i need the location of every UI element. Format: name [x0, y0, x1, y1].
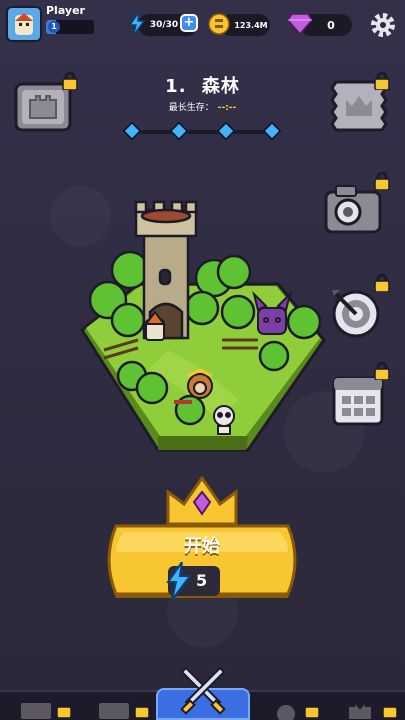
nav-tab-castle[interactable] — [336, 698, 388, 720]
lightning-icon — [128, 12, 146, 36]
lock-icon — [134, 700, 150, 718]
lock-icon — [62, 72, 78, 90]
level-number: 1 — [48, 21, 60, 33]
chest-icon — [19, 701, 53, 720]
gem-icon — [288, 14, 312, 34]
crown-icon — [166, 476, 238, 526]
camera-button[interactable] — [324, 180, 382, 236]
target-icon — [332, 290, 380, 338]
stage-number: 1. — [165, 76, 187, 97]
nav-tab-chest[interactable] — [10, 698, 62, 720]
lock-icon — [56, 700, 72, 718]
coin-value: 123.4M — [234, 20, 268, 30]
equipment-icon — [97, 701, 131, 720]
lightning-icon — [166, 562, 192, 600]
player-name: Player — [46, 4, 85, 17]
forest-island-map[interactable] — [78, 200, 328, 470]
lock-icon — [304, 700, 320, 718]
energy-value: 30/30 — [149, 20, 179, 30]
lock-icon — [374, 362, 390, 380]
best-survival-value: --:-- — [217, 103, 237, 113]
lock-icon — [374, 172, 390, 190]
stone-tower — [134, 200, 198, 340]
start-cost-value: 5 — [196, 571, 208, 590]
skeleton-enemy — [213, 405, 235, 435]
stage-name: 森林 — [201, 76, 240, 97]
add-energy-button[interactable]: + — [180, 14, 198, 32]
gem-value: 0 — [327, 18, 335, 32]
nav-tab-gear[interactable] — [88, 698, 140, 720]
lock-icon — [374, 274, 390, 292]
coin-icon — [208, 13, 230, 35]
knight-avatar-icon — [15, 13, 33, 35]
gear-icon[interactable] — [370, 12, 396, 38]
player-avatar[interactable] — [6, 6, 42, 42]
best-survival-label: 最长生存： — [168, 103, 214, 113]
start-label: 开始 — [184, 536, 220, 557]
crossed-swords-icon — [180, 666, 226, 715]
castle-icon — [347, 699, 373, 720]
stage-progress-track — [130, 130, 274, 134]
lock-icon — [382, 700, 398, 718]
level-bar: 1 — [46, 20, 94, 34]
lock-icon — [374, 72, 390, 90]
target-button[interactable] — [328, 284, 384, 340]
